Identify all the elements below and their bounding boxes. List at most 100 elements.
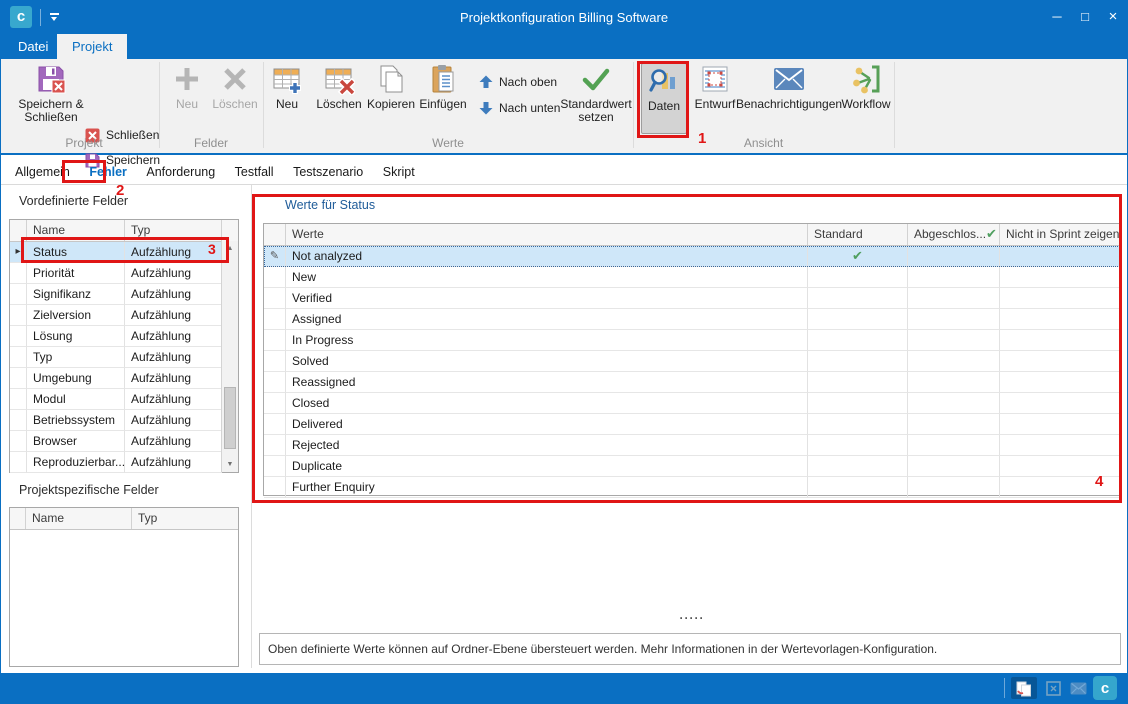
standard-cell[interactable] [808, 477, 908, 498]
sprint-cell[interactable] [1000, 288, 1120, 309]
statusbar-pages-button[interactable] [1011, 677, 1037, 699]
standard-cell[interactable] [808, 414, 908, 435]
scrollbar-thumb[interactable] [224, 387, 236, 449]
value-row[interactable]: Reassigned [264, 372, 1120, 393]
standard-cell[interactable] [808, 372, 908, 393]
tab-skript[interactable]: Skript [375, 160, 423, 184]
tab-testfall[interactable]: Testfall [227, 160, 282, 184]
sprint-cell[interactable] [1000, 372, 1120, 393]
standard-cell[interactable] [808, 351, 908, 372]
standard-cell[interactable] [808, 288, 908, 309]
table-row[interactable]: SignifikanzAufzählung [10, 284, 238, 305]
sprint-cell[interactable] [1000, 435, 1120, 456]
value-row-selected[interactable]: ✎ Not analyzed ✔ [264, 246, 1120, 267]
statusbar-mail-button[interactable] [1067, 677, 1089, 699]
abgeschlossen-cell[interactable] [908, 456, 1000, 477]
column-header-abgeschlossen[interactable]: Abgeschlos...✔ [908, 224, 1000, 245]
abgeschlossen-cell[interactable] [908, 351, 1000, 372]
table-row[interactable]: BrowserAufzählung [10, 431, 238, 452]
column-header-standard[interactable]: Standard [808, 224, 908, 245]
abgeschlossen-cell[interactable] [908, 372, 1000, 393]
delete-value-button[interactable]: Löschen [314, 62, 364, 134]
close-button[interactable]: × [1099, 1, 1127, 34]
ribbon-tab-datei[interactable]: Datei [3, 34, 63, 59]
data-view-button[interactable]: Daten [641, 63, 687, 134]
column-header-name[interactable]: Name [27, 220, 125, 241]
standard-cell[interactable]: ✔ [808, 246, 908, 267]
standard-cell[interactable] [808, 393, 908, 414]
sprint-cell[interactable] [1000, 393, 1120, 414]
quick-access-dropdown-icon[interactable] [50, 13, 59, 21]
abgeschlossen-cell[interactable] [908, 246, 1000, 267]
tab-fehler[interactable]: Fehler [81, 160, 135, 184]
statusbar-grid-button[interactable] [1043, 677, 1063, 699]
standard-cell[interactable] [808, 330, 908, 351]
table-row[interactable]: LösungAufzählung [10, 326, 238, 347]
splitter-grip[interactable]: ····· [263, 611, 1121, 625]
abgeschlossen-cell[interactable] [908, 393, 1000, 414]
copy-value-button[interactable]: Kopieren [367, 62, 415, 134]
table-row[interactable]: Reproduzierbar...Aufzählung [10, 452, 238, 473]
standard-cell[interactable] [808, 435, 908, 456]
new-field-button[interactable]: Neu [165, 62, 209, 134]
standard-cell[interactable] [808, 456, 908, 477]
table-row[interactable]: PrioritätAufzählung [10, 263, 238, 284]
abgeschlossen-cell[interactable] [908, 267, 1000, 288]
vertical-scrollbar[interactable]: ▲ ▼ [221, 241, 238, 472]
tab-allgemein[interactable]: Allgemein [7, 160, 78, 184]
column-header-typ[interactable]: Typ [132, 508, 238, 529]
value-row[interactable]: Duplicate [264, 456, 1120, 477]
table-row-status[interactable]: ▸ Status Aufzählung [10, 242, 238, 263]
move-up-button[interactable]: Nach oben [477, 72, 557, 92]
scroll-up-icon[interactable]: ▲ [222, 241, 238, 256]
set-default-button[interactable]: Standardwert setzen [559, 62, 633, 134]
scroll-down-icon[interactable]: ▼ [222, 457, 238, 472]
sprint-cell[interactable] [1000, 267, 1120, 288]
value-row[interactable]: In Progress [264, 330, 1120, 351]
sprint-cell[interactable] [1000, 309, 1120, 330]
value-row[interactable]: Rejected [264, 435, 1120, 456]
workflow-button[interactable]: Workflow [839, 62, 893, 134]
value-row[interactable]: Further Enquiry [264, 477, 1120, 498]
tab-testszenario[interactable]: Testszenario [285, 160, 371, 184]
value-row[interactable]: Assigned [264, 309, 1120, 330]
sprint-cell[interactable] [1000, 414, 1120, 435]
paste-value-button[interactable]: Einfügen [418, 62, 468, 134]
table-row[interactable]: UmgebungAufzählung [10, 368, 238, 389]
move-down-button[interactable]: Nach unten [477, 98, 560, 118]
column-header-sprint[interactable]: Nicht in Sprint zeigen [1000, 224, 1120, 245]
table-row[interactable]: BetriebssystemAufzählung [10, 410, 238, 431]
table-row[interactable]: TypAufzählung [10, 347, 238, 368]
minimize-button[interactable]: ─ [1043, 1, 1071, 34]
tab-anforderung[interactable]: Anforderung [138, 160, 223, 184]
new-value-button[interactable]: Neu [265, 62, 309, 134]
abgeschlossen-cell[interactable] [908, 477, 1000, 498]
statusbar-app-logo-icon[interactable]: c [1093, 676, 1117, 700]
abgeschlossen-cell[interactable] [908, 435, 1000, 456]
table-row[interactable]: ZielversionAufzählung [10, 305, 238, 326]
table-row[interactable]: ModulAufzählung [10, 389, 238, 410]
value-row[interactable]: Closed [264, 393, 1120, 414]
standard-cell[interactable] [808, 309, 908, 330]
maximize-button[interactable]: □ [1071, 1, 1099, 34]
delete-field-button[interactable]: Löschen [209, 62, 261, 134]
value-row[interactable]: Solved [264, 351, 1120, 372]
app-logo-icon[interactable]: c [10, 6, 32, 28]
sprint-cell[interactable] [1000, 330, 1120, 351]
abgeschlossen-cell[interactable] [908, 414, 1000, 435]
column-header-typ[interactable]: Typ [125, 220, 222, 241]
abgeschlossen-cell[interactable] [908, 288, 1000, 309]
ribbon-tab-projekt[interactable]: Projekt [57, 34, 127, 59]
sprint-cell[interactable] [1000, 246, 1120, 267]
abgeschlossen-cell[interactable] [908, 309, 1000, 330]
design-view-button[interactable]: Entwurf [690, 62, 740, 134]
value-row[interactable]: Delivered [264, 414, 1120, 435]
sprint-cell[interactable] [1000, 351, 1120, 372]
abgeschlossen-cell[interactable] [908, 330, 1000, 351]
value-row[interactable]: Verified [264, 288, 1120, 309]
column-header-name[interactable]: Name [26, 508, 132, 529]
notifications-button[interactable]: Benachrichtigungen [739, 62, 839, 134]
value-row[interactable]: New [264, 267, 1120, 288]
standard-cell[interactable] [808, 267, 908, 288]
column-header-werte[interactable]: Werte [286, 224, 808, 245]
